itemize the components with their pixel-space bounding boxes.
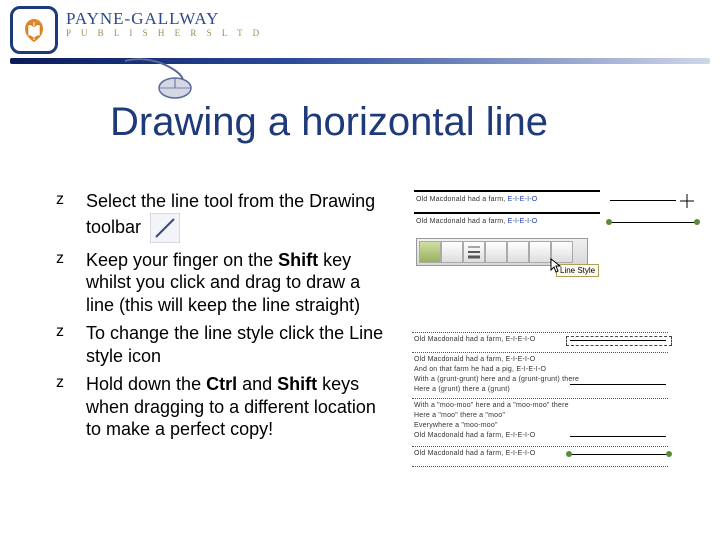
tooltip: Line Style [556, 264, 599, 277]
selection-marquee [566, 336, 672, 346]
brand-logo-icon [10, 6, 58, 54]
drawing-toolbar [416, 238, 588, 266]
slide: PAYNE-GALLWAY P U B L I S H E R S L T D … [0, 0, 720, 540]
toolbar-button [485, 241, 507, 263]
toolbar-button [441, 241, 463, 263]
toolbar-button [463, 241, 485, 263]
header-gradient-bar [10, 58, 710, 64]
bullet-4: Hold down the Ctrl and Shift keys when d… [50, 373, 390, 441]
bullet-3: To change the line style click the Line … [50, 322, 390, 367]
branding-header: PAYNE-GALLWAY P U B L I S H E R S L T D [10, 6, 263, 54]
bullet-1: Select the line tool from the Drawing to… [50, 190, 390, 243]
arrow-cursor-icon [550, 258, 562, 274]
toolbar-button [419, 241, 441, 263]
body-text: Select the line tool from the Drawing to… [50, 190, 390, 447]
brand-subtitle: P U B L I S H E R S L T D [66, 29, 263, 38]
toolbar-button [507, 241, 529, 263]
slide-title: Drawing a horizontal line [110, 100, 680, 145]
toolbar-button [529, 241, 551, 263]
line-tool-icon [150, 213, 180, 243]
crosshair-cursor-icon [680, 194, 694, 208]
bullet-2: Keep your finger on the Shift key whilst… [50, 249, 390, 317]
bullet-1-text: Select the line tool from the Drawing to… [86, 191, 375, 236]
mouse-graphic-icon [120, 54, 230, 104]
brand-text: PAYNE-GALLWAY P U B L I S H E R S L T D [66, 6, 263, 38]
brand-name: PAYNE-GALLWAY [66, 10, 263, 27]
screenshot-bottom: Old Macdonald had a farm, E-I-E-I-O Old … [410, 330, 672, 480]
